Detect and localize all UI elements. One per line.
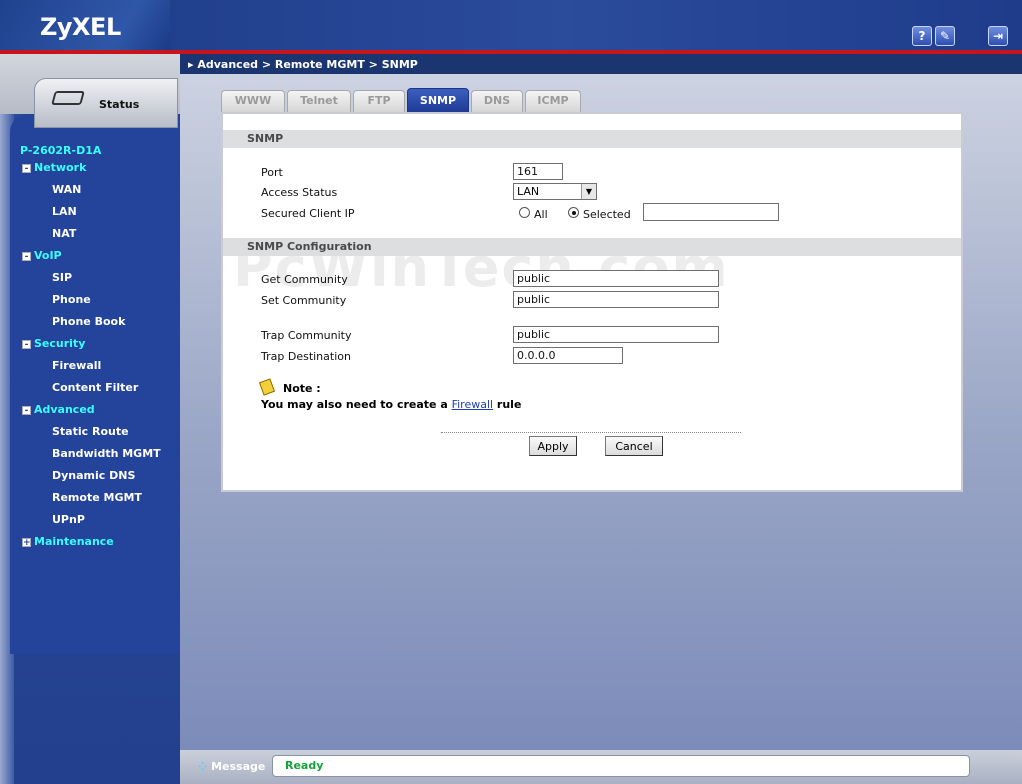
- tab-icmp[interactable]: ICMP: [525, 90, 581, 112]
- cancel-button[interactable]: Cancel: [605, 436, 663, 456]
- radio-selected-label: Selected: [583, 208, 631, 221]
- apply-button[interactable]: Apply: [529, 436, 577, 456]
- help-icon[interactable]: ?: [912, 26, 932, 46]
- logo-area: ZyXEL: [0, 0, 170, 52]
- set-community-label: Set Community: [261, 294, 347, 307]
- sidebar-item-upnp[interactable]: UPnP: [52, 513, 85, 526]
- set-community-input[interactable]: public: [513, 291, 719, 308]
- tab-www[interactable]: WWW: [221, 90, 285, 112]
- wizard-icon[interactable]: ✎: [935, 26, 955, 46]
- secured-client-ip-label: Secured Client IP: [261, 207, 355, 220]
- router-icon: [51, 91, 85, 105]
- zyxel-logo: ZyXEL: [40, 13, 121, 41]
- snmp-section-title: SNMP: [223, 130, 961, 148]
- logout-icon[interactable]: ⇥: [988, 26, 1008, 46]
- firewall-link[interactable]: Firewall: [452, 398, 493, 411]
- sidebar-item-remote-mgmt[interactable]: Remote MGMT: [52, 491, 142, 504]
- expand-icon: +: [22, 538, 31, 548]
- access-status-label: Access Status: [261, 186, 338, 199]
- sidebar-item-dynamic-dns[interactable]: Dynamic DNS: [52, 469, 135, 482]
- sidebar-item-phone-book[interactable]: Phone Book: [52, 315, 125, 328]
- snmp-panel: PcWinTech.com SNMP Port 161 Access Statu…: [221, 112, 963, 492]
- tab-snmp[interactable]: SNMP: [407, 88, 469, 112]
- main-content: ▸ Advanced > Remote MGMT > SNMP WWW Teln…: [180, 54, 1022, 750]
- trap-community-label: Trap Community: [261, 329, 352, 342]
- snmp-config-section-title: SNMP Configuration: [223, 238, 961, 256]
- sidebar-item-nat[interactable]: NAT: [52, 227, 76, 240]
- status-tab[interactable]: Status: [34, 78, 178, 128]
- nav-group-maintenance[interactable]: + Maintenance: [22, 535, 114, 548]
- collapse-icon: -: [22, 406, 31, 416]
- message-label: ⁘ Message: [198, 760, 266, 773]
- collapse-icon: -: [22, 252, 31, 262]
- get-community-label: Get Community: [261, 273, 348, 286]
- note-text: You may also need to create a Firewall r…: [261, 398, 522, 411]
- sidebar-item-sip[interactable]: SIP: [52, 271, 72, 284]
- chevron-down-icon: ▼: [581, 184, 596, 199]
- radio-all[interactable]: [519, 207, 530, 218]
- sidebar-item-wan[interactable]: WAN: [52, 183, 81, 196]
- top-header: ZyXEL ? ✎ ⇥: [0, 0, 1022, 52]
- access-status-select[interactable]: LAN ▼: [513, 183, 597, 200]
- note-icon: [258, 378, 276, 396]
- sidebar-item-phone[interactable]: Phone: [52, 293, 91, 306]
- device-name: P-2602R-D1A: [20, 144, 102, 157]
- sidebar-item-static-route[interactable]: Static Route: [52, 425, 129, 438]
- nav-group-network[interactable]: - Network: [22, 161, 86, 174]
- message-bar: ⁘ Message Ready: [180, 750, 1022, 784]
- tab-telnet[interactable]: Telnet: [287, 90, 351, 112]
- message-status: Ready: [272, 755, 970, 777]
- nav-group-voip[interactable]: - VoIP: [22, 249, 62, 262]
- port-input[interactable]: 161: [513, 163, 563, 180]
- sidebar-item-firewall[interactable]: Firewall: [52, 359, 101, 372]
- trap-destination-label: Trap Destination: [261, 350, 351, 363]
- breadcrumb: ▸ Advanced > Remote MGMT > SNMP: [188, 58, 418, 71]
- radio-selected[interactable]: [568, 207, 579, 218]
- get-community-input[interactable]: public: [513, 270, 719, 287]
- message-icon: ⁘: [198, 760, 208, 773]
- trap-destination-input[interactable]: 0.0.0.0: [513, 347, 623, 364]
- status-label: Status: [99, 98, 140, 111]
- sidebar-item-lan[interactable]: LAN: [52, 205, 77, 218]
- tab-dns[interactable]: DNS: [471, 90, 523, 112]
- nav-group-security[interactable]: - Security: [22, 337, 85, 350]
- collapse-icon: -: [22, 340, 31, 350]
- radio-all-label: All: [534, 208, 548, 221]
- client-ip-input[interactable]: [643, 203, 779, 221]
- trap-community-input[interactable]: public: [513, 326, 719, 343]
- sidebar-item-content-filter[interactable]: Content Filter: [52, 381, 138, 394]
- sidebar-item-bandwidth-mgmt[interactable]: Bandwidth MGMT: [52, 447, 161, 460]
- sidebar: Status P-2602R-D1A - Network WAN LAN NAT …: [0, 54, 180, 784]
- button-divider: [441, 432, 741, 433]
- nav-group-advanced[interactable]: - Advanced: [22, 403, 95, 416]
- collapse-icon: -: [22, 164, 31, 174]
- note-title: Note :: [283, 382, 321, 395]
- port-label: Port: [261, 166, 283, 179]
- tab-ftp[interactable]: FTP: [353, 90, 405, 112]
